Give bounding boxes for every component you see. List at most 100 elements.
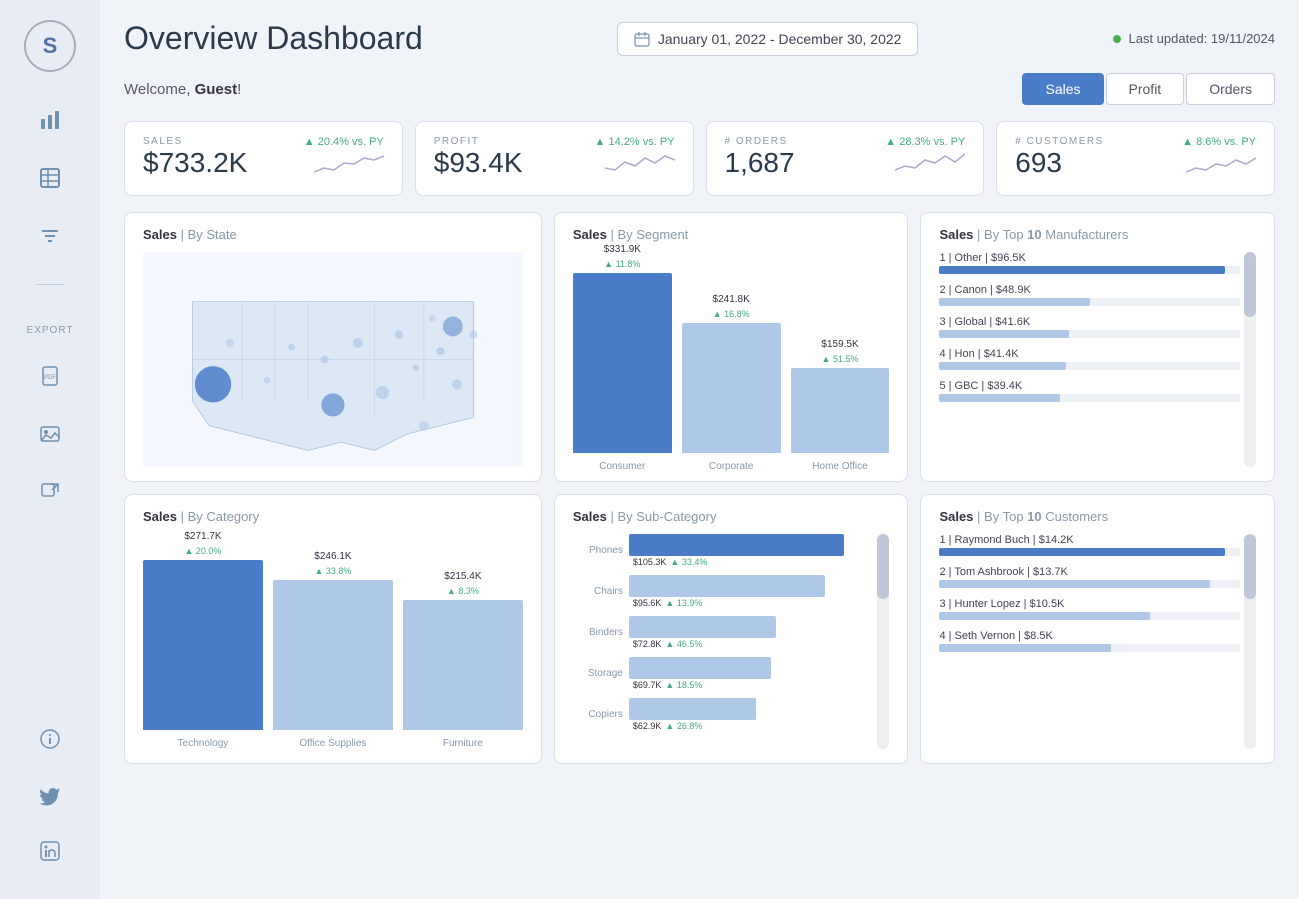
mfr-1: 1 | Other | $96.5K [939,252,1240,274]
bar-homeoffice-bar [791,368,890,453]
info-icon[interactable] [32,721,68,757]
cust-1: 1 | Raymond Buch | $14.2K [939,534,1240,556]
chart-by-category: Sales | By Category $271.7K ▲ 20.0% Tech… [124,494,542,764]
subcat-copiers-growth: ▲ 26.8% [665,721,702,731]
kpi-customers-value: 693 [1015,147,1104,179]
welcome-bar: Welcome, Guest! Sales Profit Orders [124,73,1275,105]
cust-bars: 1 | Raymond Buch | $14.2K 2 | Tom Ashbro… [939,534,1240,749]
mfr-bars: 1 | Other | $96.5K 2 | Canon | $48.9K 3 … [939,252,1240,467]
chart-by-state: Sales | By State [124,212,542,482]
subcat-scrollbar[interactable] [877,534,889,749]
subcat-binders-label: Binders [573,627,623,638]
subcat-binders-val: $72.8K [633,639,662,649]
subcat-phones: Phones $105.3K ▲ 33.4% [573,534,874,567]
mfr-3-label: 3 | Global | $41.6K [939,316,1240,328]
bar-chart-icon[interactable] [32,102,68,138]
username: Guest [195,81,238,98]
subcat-binders-wrap: $72.8K ▲ 46.5% [629,616,874,649]
mfr-4: 4 | Hon | $41.4K [939,348,1240,370]
cust-scrollbar-thumb [1244,534,1256,599]
mfr-scrollbar-thumb [1244,252,1256,317]
cust-1-track [939,548,1240,556]
cust-3-track [939,612,1240,620]
svg-text:PDF: PDF [44,375,56,381]
kpi-customers-label: # CUSTOMERS [1015,136,1104,147]
bar-furniture-val: $215.4K [444,571,481,582]
pdf-icon[interactable]: PDF [32,358,68,394]
date-picker[interactable]: January 01, 2022 - December 30, 2022 [617,22,919,56]
filter-icon[interactable] [32,218,68,254]
cust-1-fill [939,548,1225,556]
mfr-4-label: 4 | Hon | $41.4K [939,348,1240,360]
cust-3-fill [939,612,1149,620]
bar-corporate-growth: ▲ 16.8% [713,309,750,319]
welcome-text: Welcome, Guest! [124,81,241,98]
tab-sales[interactable]: Sales [1022,73,1103,105]
subcat-phones-bar [629,534,844,556]
kpi-orders-badge: ▲ 28.3% vs. PY [885,136,965,148]
subcat-chairs: Chairs $95.6K ▲ 13.9% [573,575,874,608]
subcat-chairs-label: Chairs [573,586,623,597]
cust-4-track [939,644,1240,652]
cust-scrollbar[interactable] [1244,534,1256,749]
cust-1-label: 1 | Raymond Buch | $14.2K [939,534,1240,546]
kpi-orders-label: # ORDERS [725,136,795,147]
chart-cat-sub: | By Category [181,509,260,524]
subcat-chairs-val: $95.6K [633,598,662,608]
subcat-phones-label: Phones [573,545,623,556]
subcat-phones-growth: ▲ 33.4% [670,557,707,567]
subcat-storage: Storage $69.7K ▲ 18.5% [573,657,874,690]
subcat-chairs-bar [629,575,825,597]
subcat-phones-val: $105.3K [633,557,667,567]
chart-by-segment-title: Sales | By Segment [573,227,890,242]
chart-by-state-subtitle: | By State [181,227,237,242]
kpi-orders-sparkline [895,148,965,176]
bar-office-growth: ▲ 33.8% [314,566,351,576]
table-icon[interactable] [32,160,68,196]
cust-3: 3 | Hunter Lopez | $10.5K [939,598,1240,620]
mfr-2-track [939,298,1240,306]
mfr-scrollbar[interactable] [1244,252,1256,467]
bar-tech-growth: ▲ 20.0% [185,546,222,556]
mfr-3: 3 | Global | $41.6K [939,316,1240,338]
bar-consumer-val: $331.9K [604,244,641,255]
bar-tech-label: Technology [178,738,229,749]
mfr-5: 5 | GBC | $39.4K [939,380,1240,402]
subcat-bars: Phones $105.3K ▲ 33.4% Chairs [573,534,874,749]
segment-bars: $331.9K ▲ 11.8% Consumer $241.8K ▲ 16.8%… [573,252,890,472]
image-icon[interactable] [32,416,68,452]
chart-by-segment: Sales | By Segment $331.9K ▲ 11.8% Consu… [554,212,909,482]
cust-2-label: 2 | Tom Ashbrook | $13.7K [939,566,1240,578]
chart-cust-title: Sales | By Top 10 Customers [939,509,1256,524]
external-link-icon[interactable] [32,474,68,510]
mfr-2-fill [939,298,1089,306]
bar-consumer-bar [573,273,672,453]
mfr-5-label: 5 | GBC | $39.4K [939,380,1240,392]
mfr-2: 2 | Canon | $48.9K [939,284,1240,306]
tab-orders[interactable]: Orders [1186,73,1275,105]
chart-mfr-main: Sales [939,227,973,242]
chart-by-state-title-main: Sales [143,227,177,242]
twitter-icon[interactable] [32,777,68,813]
chart-subcat-sub: | By Sub-Category [610,509,716,524]
chart-cat-title: Sales | By Category [143,509,523,524]
bar-homeoffice-val: $159.5K [821,339,858,350]
subcat-binders: Binders $72.8K ▲ 46.5% [573,616,874,649]
calendar-icon [634,31,650,47]
mfr-4-fill [939,362,1065,370]
mfr-1-fill [939,266,1225,274]
subcat-storage-growth: ▲ 18.5% [665,680,702,690]
subcat-binders-bar [629,616,776,638]
bar-corporate-bar [682,323,781,453]
subcat-chairs-growth: ▲ 13.9% [665,598,702,608]
chart-segment-sub: | By Segment [610,227,688,242]
bar-consumer-growth: ▲ 11.8% [604,259,640,269]
kpi-row: SALES $733.2K ▲ 20.4% vs. PY PROFIT $93.… [124,121,1275,196]
linkedin-icon[interactable] [32,833,68,869]
mfr-5-track [939,394,1240,402]
tab-profit[interactable]: Profit [1106,73,1185,105]
subcat-copiers-label: Copiers [573,709,623,720]
date-range-picker[interactable]: January 01, 2022 - December 30, 2022 [617,22,919,56]
subcat-binders-growth: ▲ 46.5% [665,639,702,649]
bar-corporate: $241.8K ▲ 16.8% Corporate [682,294,781,472]
